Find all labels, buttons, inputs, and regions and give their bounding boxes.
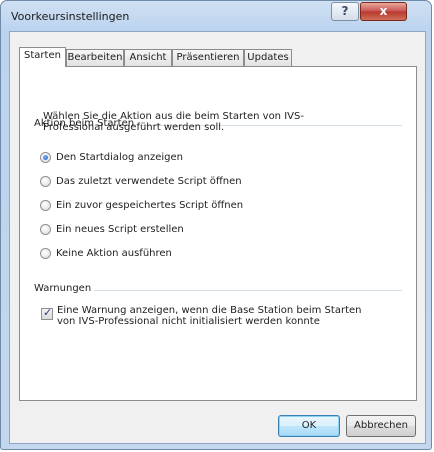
radio-saved-script[interactable]: Ein zuvor gespeichertes Script öffnen xyxy=(40,198,243,212)
radio-button[interactable] xyxy=(40,151,51,163)
tab-ansicht[interactable]: Ansicht xyxy=(124,49,172,66)
dialog-client-area: Starten Bearbeiten Ansicht Präsentieren … xyxy=(9,31,426,444)
startup-description: Wählen Sie die Aktion aus die beim Start… xyxy=(43,111,304,133)
tab-updates[interactable]: Updates xyxy=(244,49,292,66)
radio-no-action[interactable]: Keine Aktion ausführen xyxy=(40,246,172,260)
close-button[interactable]: x xyxy=(360,2,407,21)
radio-label: Keine Aktion ausführen xyxy=(56,247,172,259)
radio-label: Ein zuvor gespeichertes Script öffnen xyxy=(56,199,244,211)
tab-panel-starten: Aktion beim Starten Wählen Sie die Aktio… xyxy=(19,66,417,401)
warning-checkbox-row[interactable]: Eine Warnung anzeigen, wenn die Base Sta… xyxy=(41,305,377,327)
radio-label: Den Startdialog anzeigen xyxy=(56,151,183,163)
warnings-group-label: Warnungen xyxy=(34,283,92,294)
tab-praesentieren[interactable]: Präsentieren xyxy=(172,49,244,66)
tab-bearbeiten[interactable]: Bearbeiten xyxy=(66,49,124,66)
radio-new-script[interactable]: Ein neues Script erstellen xyxy=(40,222,184,236)
radio-startdialog[interactable]: Den Startdialog anzeigen xyxy=(40,150,183,164)
radio-label: Das zuletzt verwendete Script öffnen xyxy=(56,175,242,187)
warning-checkbox-label: Eine Warnung anzeigen, wenn die Base Sta… xyxy=(57,305,362,327)
radio-label: Ein neues Script erstellen xyxy=(56,223,184,235)
window-title: Voorkeursinstellingen xyxy=(11,10,130,23)
radio-button[interactable] xyxy=(40,199,51,211)
warnings-group-divider xyxy=(94,290,402,291)
ok-button[interactable]: OK xyxy=(278,415,340,437)
preferences-dialog: Voorkeursinstellingen ? x Starten Bearbe… xyxy=(0,0,432,450)
title-bar[interactable]: Voorkeursinstellingen ? x xyxy=(1,1,431,31)
radio-last-script[interactable]: Das zuletzt verwendete Script öffnen xyxy=(40,174,242,188)
cancel-button[interactable]: Abbrechen xyxy=(346,415,416,437)
radio-button[interactable] xyxy=(40,247,51,259)
tab-starten[interactable]: Starten xyxy=(19,47,66,67)
radio-button[interactable] xyxy=(40,223,51,235)
warning-checkbox[interactable] xyxy=(41,306,53,320)
radio-button[interactable] xyxy=(40,175,51,187)
help-button[interactable]: ? xyxy=(331,2,359,21)
